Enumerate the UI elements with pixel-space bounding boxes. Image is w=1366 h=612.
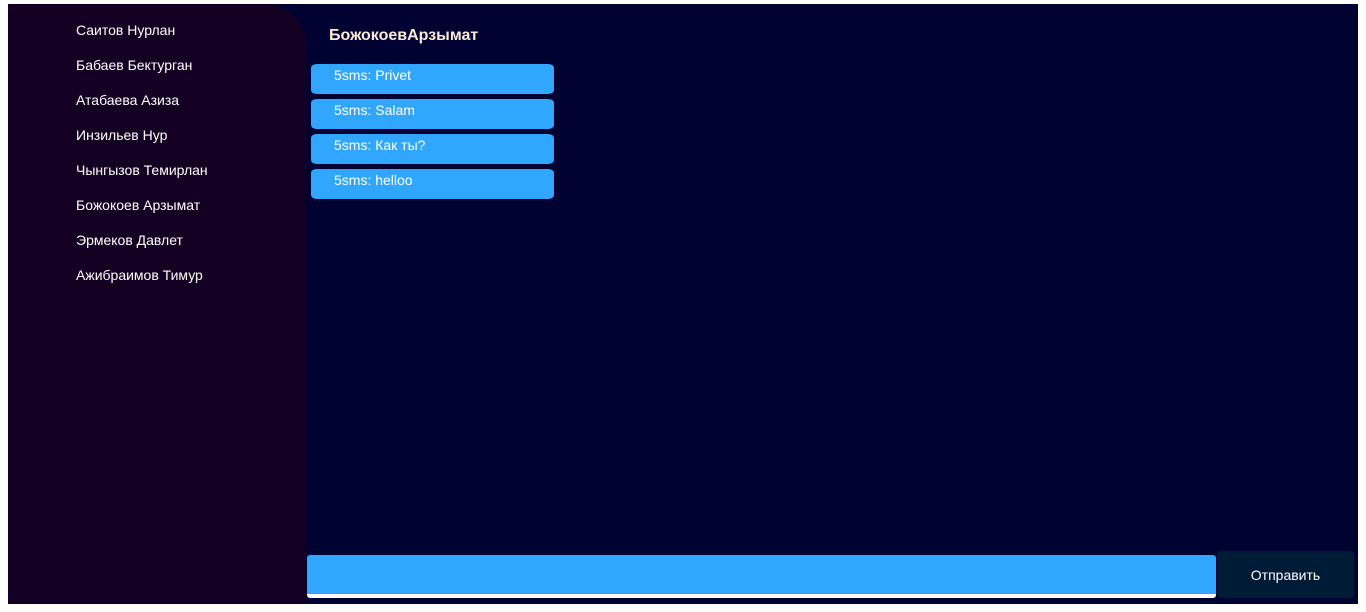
- message-bubble: 5sms: Privet: [311, 64, 554, 94]
- contact-item[interactable]: Саитов Нурлан: [76, 22, 175, 38]
- contact-item[interactable]: Бабаев Бектурган: [76, 57, 192, 73]
- message-bubble: 5sms: helloo: [311, 169, 554, 199]
- chat-app: Саитов Нурлан Бабаев Бектурган Атабаева …: [8, 4, 1358, 604]
- contacts-sidebar: Саитов Нурлан Бабаев Бектурган Атабаева …: [8, 4, 306, 604]
- message-input[interactable]: [307, 555, 1216, 598]
- message-bubble: 5sms: Salam: [311, 99, 554, 129]
- chat-title: БожокоевАрзымат: [329, 27, 479, 44]
- contact-item[interactable]: Инзильев Нур: [76, 127, 167, 143]
- contact-item[interactable]: Божокоев Арзымат: [76, 197, 200, 213]
- contact-item[interactable]: Эрмеков Давлет: [76, 232, 183, 248]
- message-bubble: 5sms: Как ты?: [311, 134, 554, 164]
- contact-item[interactable]: Чынгызов Темирлан: [76, 162, 208, 178]
- send-button[interactable]: Отправить: [1217, 551, 1354, 598]
- contact-item[interactable]: Атабаева Азиза: [76, 92, 179, 108]
- contact-item[interactable]: Ажибраимов Тимур: [76, 267, 203, 283]
